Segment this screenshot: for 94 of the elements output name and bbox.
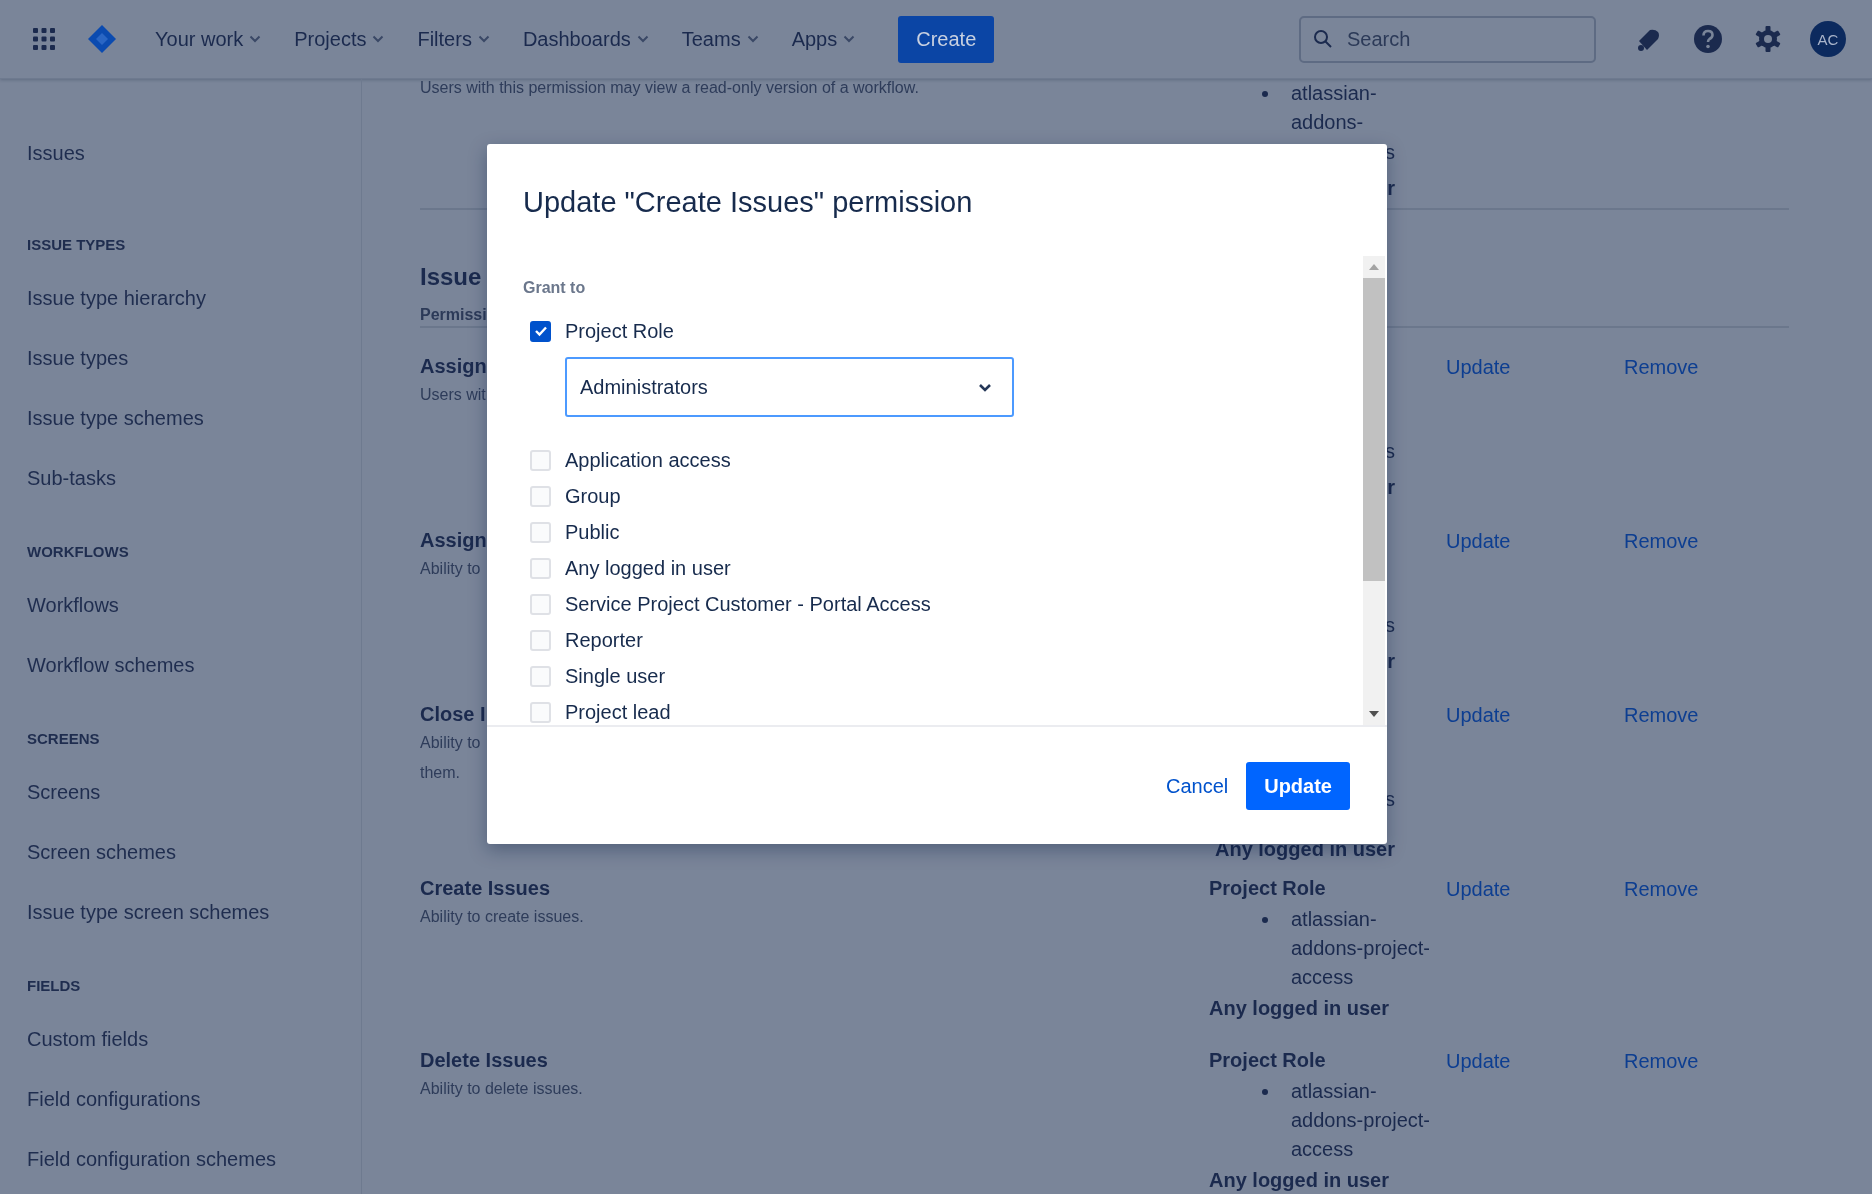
app-grid-icon[interactable] [33,28,55,50]
diamond-logo-icon[interactable] [87,24,117,54]
chevron-down-icon [372,35,385,43]
dialog-title: Update "Create Issues" permission [522,185,974,220]
sidebar-item[interactable]: Issue types [27,343,361,403]
sidebar-item[interactable]: Screens [27,777,361,837]
update-button[interactable]: Update [1246,762,1350,810]
sidebar-heading: ISSUE TYPES [27,235,127,255]
update-link[interactable]: Update [1446,704,1511,727]
sidebar-item[interactable]: Issue type hierarchy [27,283,361,343]
grant-member: atlassian-addons-project-access [1291,907,1431,990]
column-header: Permissi [420,306,487,324]
update-link[interactable]: Update [1446,1050,1511,1073]
search-field[interactable]: Search [1299,15,1596,63]
search-icon [1313,28,1333,49]
permission-description: Users with this permission may view a read-only version of a workflow. [420,79,919,97]
nav-menu-button[interactable]: Filters [407,21,500,57]
nav-menu-button[interactable]: Apps [781,21,866,57]
permission-title: Assign [420,354,487,378]
permission-description: Users wit [420,385,486,405]
grant-role: Any logged in user [1209,997,1390,1019]
remove-link[interactable]: Remove [1624,878,1699,901]
cancel-button[interactable]: Cancel [1165,774,1229,798]
grant-role: Project Role [1209,1049,1326,1071]
scrollbar[interactable] [1363,256,1385,725]
checkbox-label: Single user [565,664,666,688]
permission-title: Create Issues [420,876,551,900]
permission-title: Assign [420,528,487,552]
update-link[interactable]: Update [1446,530,1511,553]
sidebar-heading: FIELDS [27,976,82,996]
scroll-up-icon[interactable] [1369,264,1379,270]
nav-menu-button[interactable]: Dashboards [512,21,659,57]
user-avatar[interactable]: AC [1810,21,1846,57]
grant-role: Any logged in user [1209,1169,1390,1191]
checkbox[interactable] [530,320,551,342]
grant-text: r [1387,650,1395,672]
bullet-icon [1262,917,1268,923]
sidebar-item[interactable]: Workflow schemes [27,650,361,710]
checkmark-icon [533,325,548,337]
remove-link[interactable]: Remove [1624,356,1699,379]
sidebar-item[interactable]: Issue type screen schemes [27,897,361,957]
checkbox-label: Public [565,520,620,544]
permission-description: Ability to create issues. [420,907,584,927]
grant-text: r [1387,476,1395,498]
checkbox-label: Project lead [565,700,671,724]
sidebar-item[interactable]: Custom fields [27,1024,361,1084]
checkbox-label: Project Role [565,319,674,343]
bullet-icon [1262,1089,1268,1095]
permission-description: Ability to [420,559,481,579]
update-link[interactable]: Update [1446,878,1511,901]
checkbox-label: Any logged in user [565,556,731,580]
sidebar-heading: SCREENS [27,729,101,749]
grant-text: r [1387,177,1395,199]
grant-role: Project Role [1209,877,1326,899]
nav-menu-button[interactable]: Projects [284,21,395,57]
settings-icon[interactable] [1753,24,1783,54]
sidebar-item[interactable]: Sub-tasks [27,463,361,523]
grant-member: atlassian-addons- [1291,81,1378,135]
chevron-down-icon [636,35,649,43]
checkbox-label: Group [565,484,621,508]
chevron-down-icon [746,35,759,43]
checkbox-label: Application access [565,448,731,472]
remove-link[interactable]: Remove [1624,1050,1699,1073]
permission-description: them. [420,763,460,783]
permission-description: Ability to delete issues. [420,1079,583,1099]
bullet-icon [1262,91,1268,97]
update-link[interactable]: Update [1446,356,1511,379]
nav-menu-button[interactable]: Your work [145,21,272,57]
chevron-down-icon [843,35,856,43]
sidebar-heading: WORKFLOWS [27,542,130,562]
create-button[interactable]: Create [898,15,995,63]
nav-menu-button[interactable]: Teams [671,21,769,57]
sidebar-item[interactable]: Screen schemes [27,837,361,897]
scroll-down-icon[interactable] [1369,711,1379,717]
sidebar-item[interactable]: Issue type schemes [27,403,361,463]
chevron-down-icon [978,382,992,392]
sidebar-item[interactable]: Workflows [27,590,361,650]
remove-link[interactable]: Remove [1624,530,1699,553]
permission-title: Delete Issues [420,1048,548,1072]
chevron-down-icon [249,35,262,43]
grant-member: atlassian-addons-project-access [1291,1079,1431,1162]
remove-link[interactable]: Remove [1624,704,1699,727]
section-heading: Issue [420,262,482,292]
sidebar-item[interactable]: Field configurations [27,1084,361,1144]
permission-title: Close I [420,702,486,726]
checkbox-label: Reporter [565,628,643,652]
role-select[interactable]: Administrators [565,357,1014,417]
sidebar-item[interactable]: Field configuration schemes [27,1144,361,1194]
help-icon[interactable] [1693,24,1723,54]
checkbox-label: Service Project Customer - Portal Access [565,592,931,616]
permission-description: Ability to [420,733,481,753]
field-label: Grant to [523,278,587,298]
sidebar-item[interactable]: Issues [27,138,361,232]
chevron-down-icon [477,35,490,43]
